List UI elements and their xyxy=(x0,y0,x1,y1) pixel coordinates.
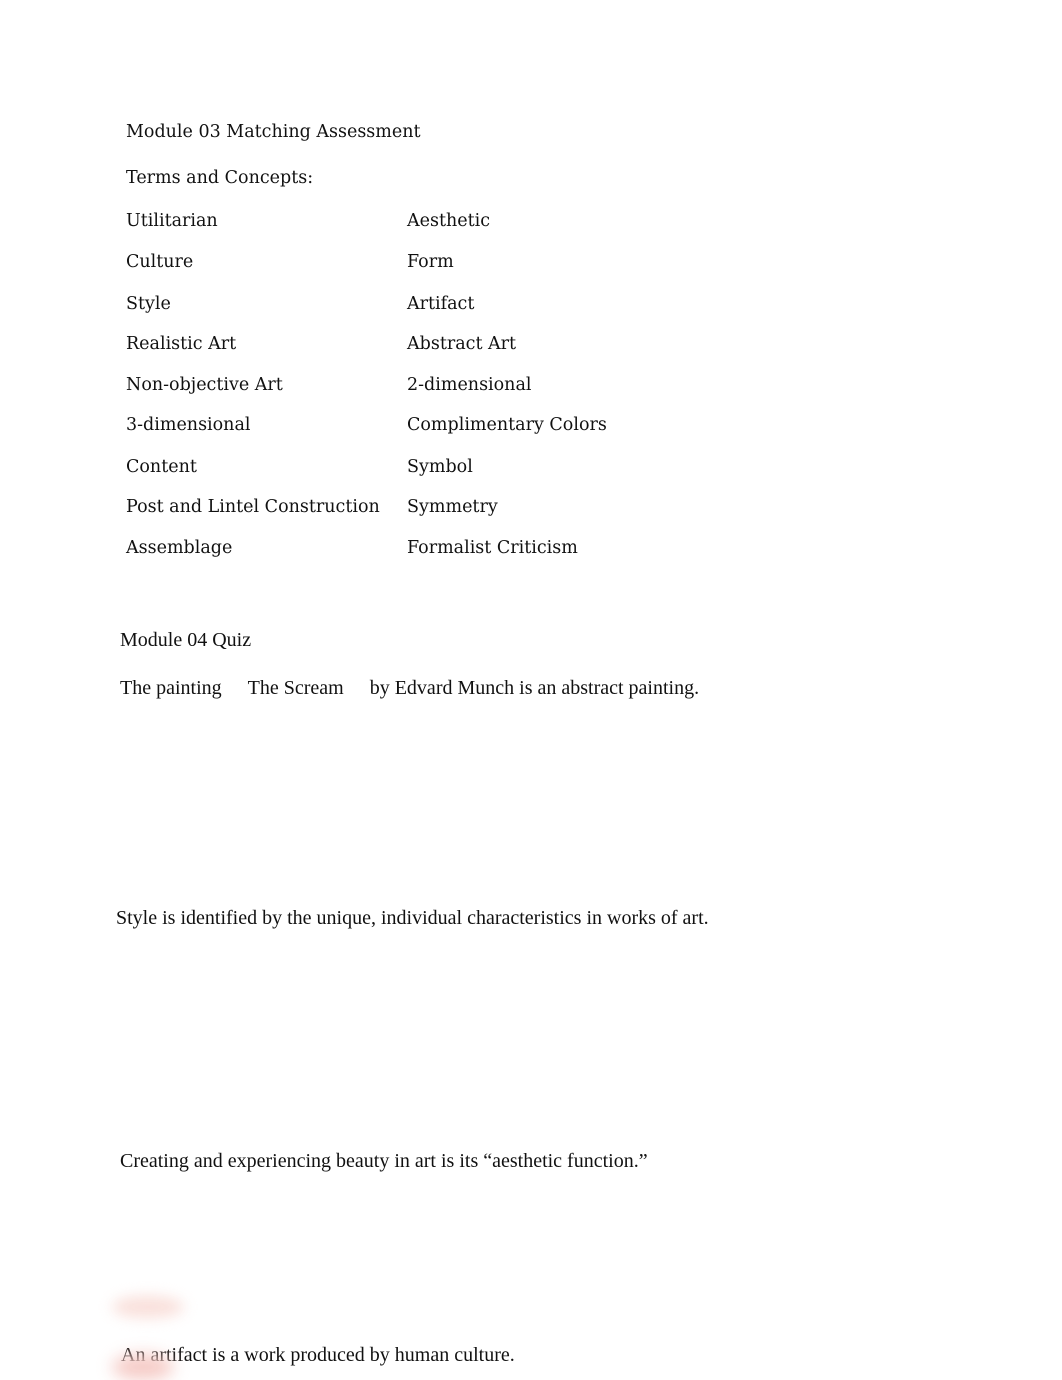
term-left-post-and-lintel: Post and Lintel Construction xyxy=(126,497,380,517)
term-left-realistic-art: Realistic Art xyxy=(126,334,237,354)
quiz-statement-aesthetic: Creating and experiencing beauty in art … xyxy=(120,1150,648,1172)
quiz-title: Module 04 Quiz xyxy=(120,629,252,651)
question-suffix: by Edvard Munch is an abstract painting. xyxy=(369,677,700,699)
term-right-2-dimensional: 2-dimensional xyxy=(407,375,532,395)
term-left-assemblage: Assemblage xyxy=(126,538,233,558)
question-artwork-title: The Scream xyxy=(247,677,344,699)
term-right-artifact: Artifact xyxy=(407,294,475,314)
pink-smudge-upper xyxy=(112,1296,184,1318)
term-right-symbol: Symbol xyxy=(407,457,473,477)
term-right-aesthetic: Aesthetic xyxy=(407,211,491,231)
terms-heading: Terms and Concepts: xyxy=(126,168,314,188)
term-left-style: Style xyxy=(126,294,171,314)
term-right-abstract-art: Abstract Art xyxy=(407,334,517,354)
term-left-non-objective-art: Non-objective Art xyxy=(126,375,283,395)
term-right-formalist-criticism: Formalist Criticism xyxy=(407,538,578,558)
term-right-symmetry: Symmetry xyxy=(407,497,498,517)
term-left-3-dimensional: 3-dimensional xyxy=(126,415,251,435)
question-prefix: The painting xyxy=(120,677,222,699)
term-right-form: Form xyxy=(407,252,454,272)
document-page: Module 03 Matching Assessment Terms and … xyxy=(0,0,1062,1380)
quiz-statement-artifact: An artifact is a work produced by human … xyxy=(121,1344,515,1366)
page-title: Module 03 Matching Assessment xyxy=(126,122,421,142)
term-left-utilitarian: Utilitarian xyxy=(126,211,218,231)
quiz-statement-style: Style is identified by the unique, indiv… xyxy=(116,907,709,929)
term-left-culture: Culture xyxy=(126,252,194,272)
term-left-content: Content xyxy=(126,457,197,477)
quiz-question-painting: The painting The Scream by Edvard Munch is… xyxy=(120,676,699,701)
term-right-complimentary-colors: Complimentary Colors xyxy=(407,415,607,435)
